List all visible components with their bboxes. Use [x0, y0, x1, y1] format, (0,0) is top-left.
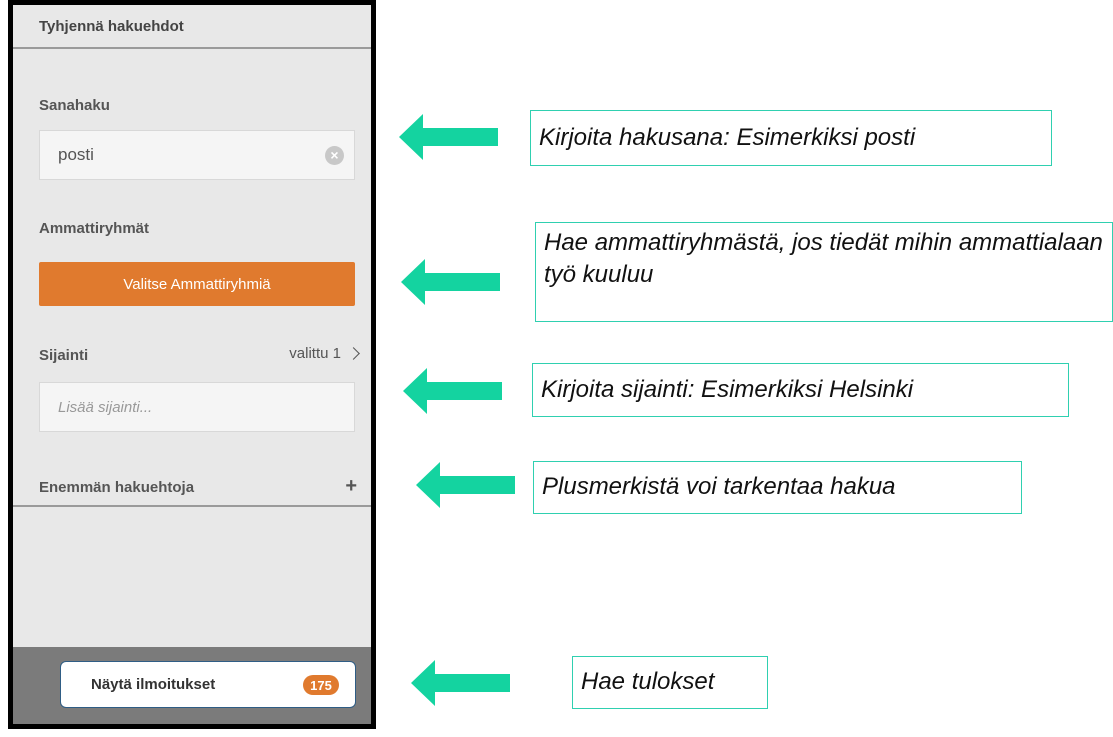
- callout-occupation: Hae ammattiryhmästä, jos tiedät mihin am…: [535, 222, 1113, 322]
- clear-circle-icon[interactable]: ×: [325, 146, 344, 165]
- footer-bar: Näytä ilmoitukset 175: [13, 647, 371, 724]
- location-label: Sijainti: [39, 347, 89, 364]
- show-results-button[interactable]: Näytä ilmoitukset 175: [60, 661, 356, 708]
- arrow-left-icon: [403, 368, 502, 414]
- select-occupation-button[interactable]: Valitse Ammattiryhmiä: [39, 262, 355, 306]
- callout-keyword: Kirjoita hakusana: Esimerkiksi posti: [530, 110, 1052, 166]
- arrow-left-icon: [401, 259, 500, 305]
- arrow-left-icon: [411, 660, 510, 706]
- chevron-right-icon: [347, 347, 360, 360]
- search-filter-panel: Tyhjennä hakuehdot Sanahaku × Ammattiryh…: [8, 0, 376, 729]
- keyword-input[interactable]: [56, 144, 310, 166]
- arrow-left-icon: [416, 462, 515, 508]
- callout-more-filters: Plusmerkistä voi tarkentaa hakua: [533, 461, 1022, 514]
- location-selected-text: valittu 1: [289, 345, 341, 362]
- location-input[interactable]: [56, 397, 340, 417]
- callout-results: Hae tulokset: [572, 656, 768, 709]
- clear-filters-link[interactable]: Tyhjennä hakuehdot: [13, 5, 371, 49]
- arrow-left-icon: [399, 114, 498, 160]
- more-filters-label: Enemmän hakuehtoja: [39, 479, 195, 496]
- location-field[interactable]: [39, 382, 355, 432]
- callout-location: Kirjoita sijainti: Esimerkiksi Helsinki: [532, 363, 1069, 417]
- more-filters-row[interactable]: Enemmän hakuehtoja +: [13, 475, 371, 507]
- keyword-field[interactable]: ×: [39, 130, 355, 180]
- results-count-badge: 175: [303, 675, 339, 695]
- show-results-label: Näytä ilmoitukset: [91, 676, 216, 693]
- keyword-label: Sanahaku: [39, 97, 110, 114]
- location-selected-toggle[interactable]: valittu 1: [289, 345, 360, 362]
- plus-icon[interactable]: +: [345, 475, 357, 498]
- occupation-label: Ammattiryhmät: [39, 220, 150, 237]
